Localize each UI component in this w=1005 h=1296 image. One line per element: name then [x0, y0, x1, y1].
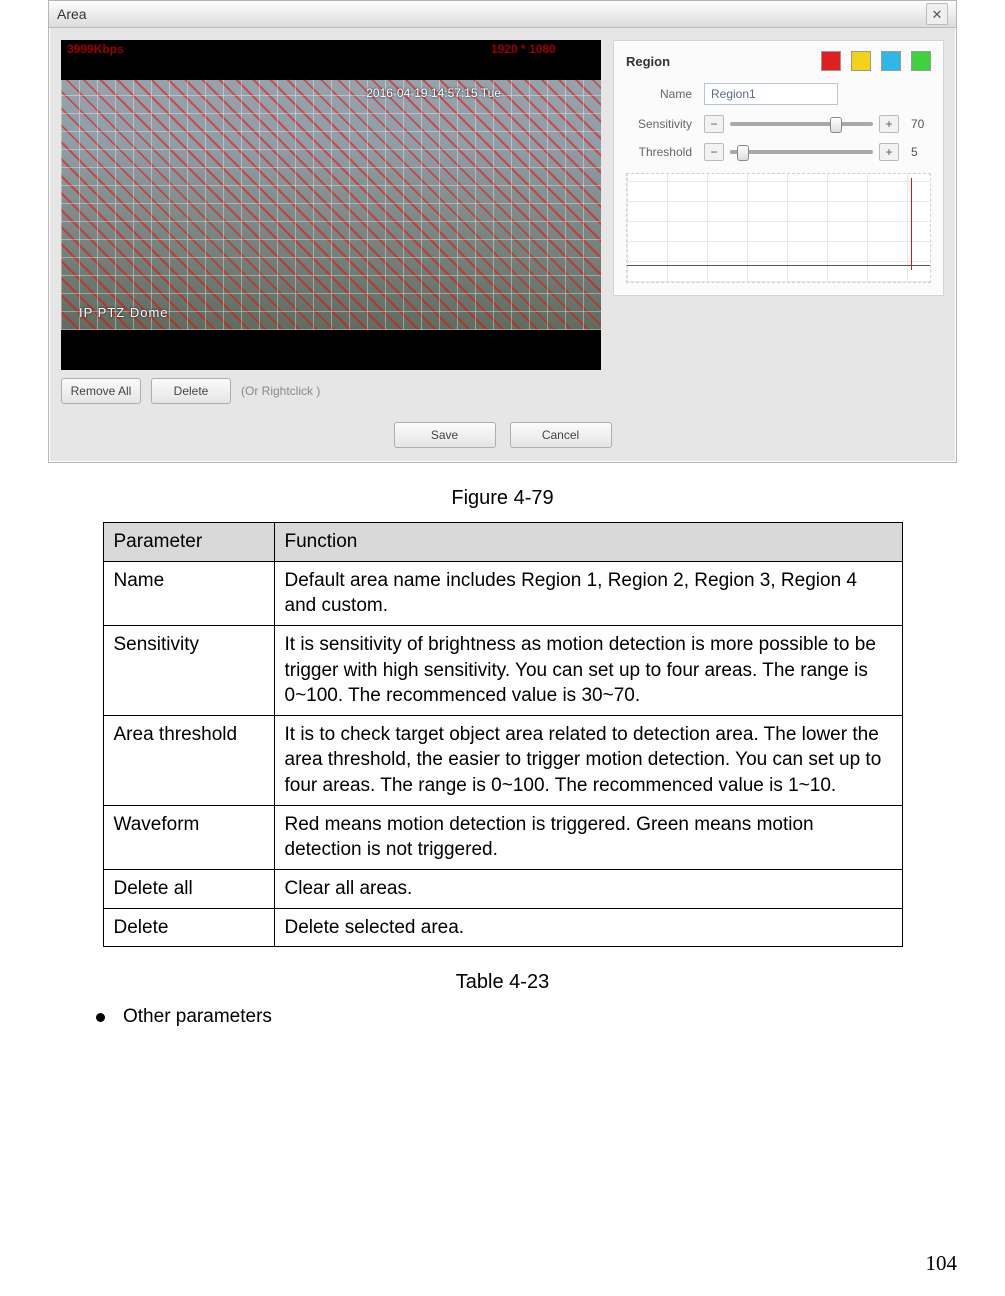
table-row: DeleteDelete selected area. — [103, 908, 902, 947]
table-row: NameDefault area name includes Region 1,… — [103, 561, 902, 625]
region-color-swatches — [821, 51, 931, 71]
cancel-button[interactable]: Cancel — [510, 422, 612, 448]
overlay-timestamp: 2016-04-19 14:57:15 Tue — [366, 86, 501, 100]
video-preview[interactable]: 3999Kbps 1920 * 1080 2016-04-19 14:57:15… — [61, 40, 601, 370]
table-row: SensitivityIt is sensitivity of brightne… — [103, 625, 902, 715]
close-icon: ✕ — [932, 8, 943, 21]
region-panel: Region Name Region1 Sensitivity — [613, 40, 944, 296]
area-dialog: Area ✕ 3999Kbps 1920 * 1080 2016-04-19 1… — [48, 0, 957, 463]
dialog-titlebar: Area ✕ — [49, 1, 956, 28]
region-color-1[interactable] — [821, 51, 841, 71]
sensitivity-thumb[interactable] — [830, 117, 842, 133]
threshold-label: Threshold — [626, 145, 692, 159]
region-color-3[interactable] — [881, 51, 901, 71]
sensitivity-slider[interactable]: − + — [704, 115, 899, 133]
plus-button[interactable]: + — [879, 115, 899, 133]
threshold-thumb[interactable] — [737, 145, 749, 161]
bullet-icon — [96, 1013, 105, 1022]
table-row: WaveformRed means motion detection is tr… — [103, 805, 902, 869]
bullet-item: Other parameters — [96, 1006, 957, 1028]
page-number: 104 — [926, 1251, 958, 1276]
region-color-4[interactable] — [911, 51, 931, 71]
table-row: Area thresholdIt is to check target obje… — [103, 715, 902, 805]
region-color-2[interactable] — [851, 51, 871, 71]
table-caption: Table 4-23 — [48, 971, 957, 994]
minus-button[interactable]: − — [704, 115, 724, 133]
name-label: Name — [626, 87, 692, 101]
delete-button[interactable]: Delete — [151, 378, 231, 404]
threshold-value: 5 — [911, 145, 931, 159]
region-header: Region — [626, 54, 670, 69]
dialog-title: Area — [57, 6, 87, 22]
threshold-slider[interactable]: − + — [704, 143, 899, 161]
table-row: Delete allClear all areas. — [103, 870, 902, 909]
waveform-chart — [626, 173, 931, 283]
overlay-bitrate: 3999Kbps — [67, 42, 124, 56]
name-input[interactable]: Region1 — [704, 83, 838, 105]
save-button[interactable]: Save — [394, 422, 496, 448]
remove-all-button[interactable]: Remove All — [61, 378, 141, 404]
th-function: Function — [274, 523, 902, 562]
parameter-table: Parameter Function NameDefault area name… — [103, 522, 903, 947]
sensitivity-value: 70 — [911, 117, 931, 131]
plus-button[interactable]: + — [879, 143, 899, 161]
overlay-osd: IP PTZ Dome — [79, 305, 169, 320]
minus-button[interactable]: − — [704, 143, 724, 161]
bullet-text: Other parameters — [123, 1006, 272, 1028]
th-parameter: Parameter — [103, 523, 274, 562]
rightclick-hint: (Or Rightclick ) — [241, 384, 320, 398]
figure-caption: Figure 4-79 — [48, 487, 957, 510]
close-button[interactable]: ✕ — [926, 3, 948, 25]
sensitivity-label: Sensitivity — [626, 117, 692, 131]
overlay-resolution: 1920 * 1080 — [491, 42, 556, 56]
